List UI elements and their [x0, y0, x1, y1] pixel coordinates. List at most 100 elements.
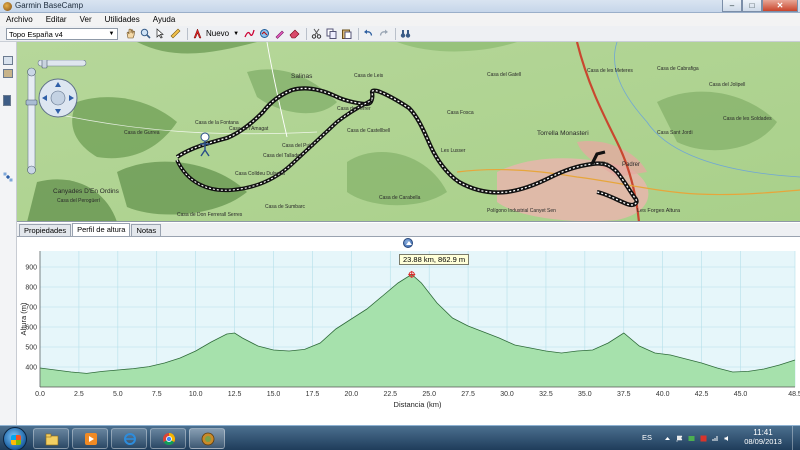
elevation-chart[interactable]: 4005006007008009000.0 2.5 5.0 7.5 10.0 12.5 15… — [17, 237, 800, 425]
x-tick-label: 22.5 — [383, 391, 397, 398]
cut-icon[interactable] — [310, 28, 322, 40]
copy-icon[interactable] — [325, 28, 337, 40]
map-label: Casa Colldeu Dulsena — [235, 171, 285, 177]
library-sidebar-collapsed — [0, 42, 17, 425]
x-tick-label: 48.5 — [788, 391, 800, 398]
taskbar-chrome[interactable] — [150, 428, 186, 449]
draw-icon[interactable] — [273, 28, 285, 40]
x-axis-label: Distancia (km) — [394, 400, 442, 409]
x-tick-label: 7.5 — [152, 391, 162, 398]
map-view[interactable]: Salinas Torrella Monasteri Canyades D'En… — [17, 42, 800, 222]
map-label: Casa de l'Amagat — [229, 126, 269, 132]
tilt-slider-handle[interactable] — [41, 60, 48, 69]
tab-propiedades[interactable]: Propiedades — [19, 224, 72, 236]
map-label: Casa de Sumbarc — [265, 204, 306, 210]
x-tick-label: 35.0 — [578, 391, 592, 398]
window-title: Garmin BaseCamp — [15, 1, 84, 10]
menu-archivo[interactable]: Archivo — [6, 15, 33, 24]
map-label: Casa del Tallador — [263, 153, 302, 159]
map-label: Casa de Leis — [354, 73, 384, 79]
measure-icon[interactable] — [169, 28, 181, 40]
x-tick-label: 20.0 — [345, 391, 359, 398]
x-tick-label: 37.5 — [617, 391, 631, 398]
map-product-value: Topo España v4 — [9, 29, 63, 39]
basecamp-icon — [201, 432, 215, 446]
zoom-out-icon[interactable] — [27, 165, 36, 175]
language-indicator[interactable]: ES — [642, 433, 652, 442]
map-label: Salinas — [291, 73, 313, 80]
system-tray: ES 11:41 08/09/2013 — [630, 426, 800, 450]
windows-explorer-icon — [45, 433, 59, 446]
clock[interactable]: 11:41 08/09/2013 — [738, 428, 788, 446]
volume-icon[interactable] — [724, 435, 731, 442]
map-label: Casa de Don Ferrerall Serres — [177, 212, 243, 218]
zoom-slider-handle[interactable] — [25, 99, 38, 106]
maximize-button[interactable]: □ — [742, 0, 762, 12]
binoculars-icon[interactable] — [399, 28, 411, 40]
zoom-slider[interactable] — [27, 71, 36, 171]
green-status-icon[interactable] — [688, 435, 695, 442]
eraser-icon[interactable] — [288, 28, 300, 40]
menu-ayuda[interactable]: Ayuda — [153, 15, 176, 24]
paste-icon[interactable] — [340, 28, 352, 40]
start-button[interactable] — [3, 427, 27, 450]
map-label: Casa del Gatell — [487, 72, 521, 78]
x-tick-label: 25.0 — [422, 391, 436, 398]
show-desktop-button[interactable] — [792, 426, 800, 450]
chevron-down-icon: ▼ — [108, 30, 115, 37]
library-icon[interactable] — [3, 69, 13, 78]
map-product-select[interactable]: Topo España v4 ▼ — [6, 27, 118, 40]
menu-utilidades[interactable]: Utilidades — [105, 15, 140, 24]
close-button[interactable]: ✕ — [762, 0, 798, 12]
windows-logo-icon — [11, 435, 21, 445]
satellite-icon[interactable] — [3, 172, 13, 182]
alert-icon[interactable] — [700, 435, 707, 442]
x-tick-label: 45.0 — [734, 391, 748, 398]
x-tick-label: 17.5 — [306, 391, 320, 398]
map-label: Casa Fosca — [447, 110, 474, 116]
tab-notas[interactable]: Notas — [131, 224, 162, 236]
taskbar-internet-explorer[interactable] — [111, 428, 147, 449]
select-arrow-icon[interactable] — [154, 28, 166, 40]
map-label: Casa de Carabella — [379, 195, 421, 201]
menu-editar[interactable]: Editar — [46, 15, 67, 24]
route-icon[interactable] — [243, 28, 255, 40]
taskbar-media-player[interactable] — [72, 428, 108, 449]
y-tick-label: 800 — [25, 285, 37, 292]
clock-date: 08/09/2013 — [744, 437, 782, 446]
device-icon[interactable] — [3, 95, 11, 106]
map-label: Casa del Jolipell — [709, 82, 745, 88]
x-tick-label: 30.0 — [500, 391, 514, 398]
taskbar-explorer[interactable] — [33, 428, 69, 449]
taskbar-basecamp[interactable] — [189, 428, 225, 449]
track-icon[interactable] — [258, 28, 270, 40]
x-tick-label: 5.0 — [113, 391, 123, 398]
map-label: Casa de les Soldades — [723, 116, 772, 122]
map-label: Eix — [600, 162, 608, 168]
map-label: Casa de Gurrea — [124, 130, 160, 136]
new-button[interactable]: Nuevo — [206, 29, 229, 38]
hand-tool-icon[interactable] — [124, 28, 136, 40]
action-center-flag-icon[interactable] — [676, 435, 683, 442]
window-controls: – □ ✕ — [722, 0, 798, 12]
arrow-up-icon[interactable] — [664, 435, 671, 442]
zoom-tool-icon[interactable] — [139, 28, 151, 40]
minimize-button[interactable]: – — [722, 0, 742, 12]
topographic-map: Salinas Torrella Monasteri Canyades D'En… — [17, 42, 800, 221]
map-label: Canyades D'En Ordins — [53, 188, 120, 195]
zoom-in-icon[interactable] — [27, 67, 36, 77]
network-icon[interactable] — [712, 435, 719, 442]
map-label: Torrella Monasteri — [537, 130, 589, 137]
x-tick-label: 2.5 — [74, 391, 84, 398]
folder-icon[interactable] — [3, 56, 13, 65]
redo-icon[interactable] — [377, 28, 389, 40]
map-label: Casa de les Meteres — [587, 68, 633, 74]
chevron-down-icon[interactable]: ▼ — [233, 31, 239, 37]
map-label: Casa del Pujol — [282, 143, 314, 149]
toolbar: Topo España v4 ▼ Nuevo ▼ — [0, 26, 800, 42]
tab-perfil-de-altura[interactable]: Perfil de altura — [72, 223, 131, 236]
map-label: Casa de Castellbell — [347, 128, 390, 134]
menu-ver[interactable]: Ver — [80, 15, 92, 24]
undo-icon[interactable] — [362, 28, 374, 40]
new-waypoint-icon[interactable] — [191, 28, 203, 40]
